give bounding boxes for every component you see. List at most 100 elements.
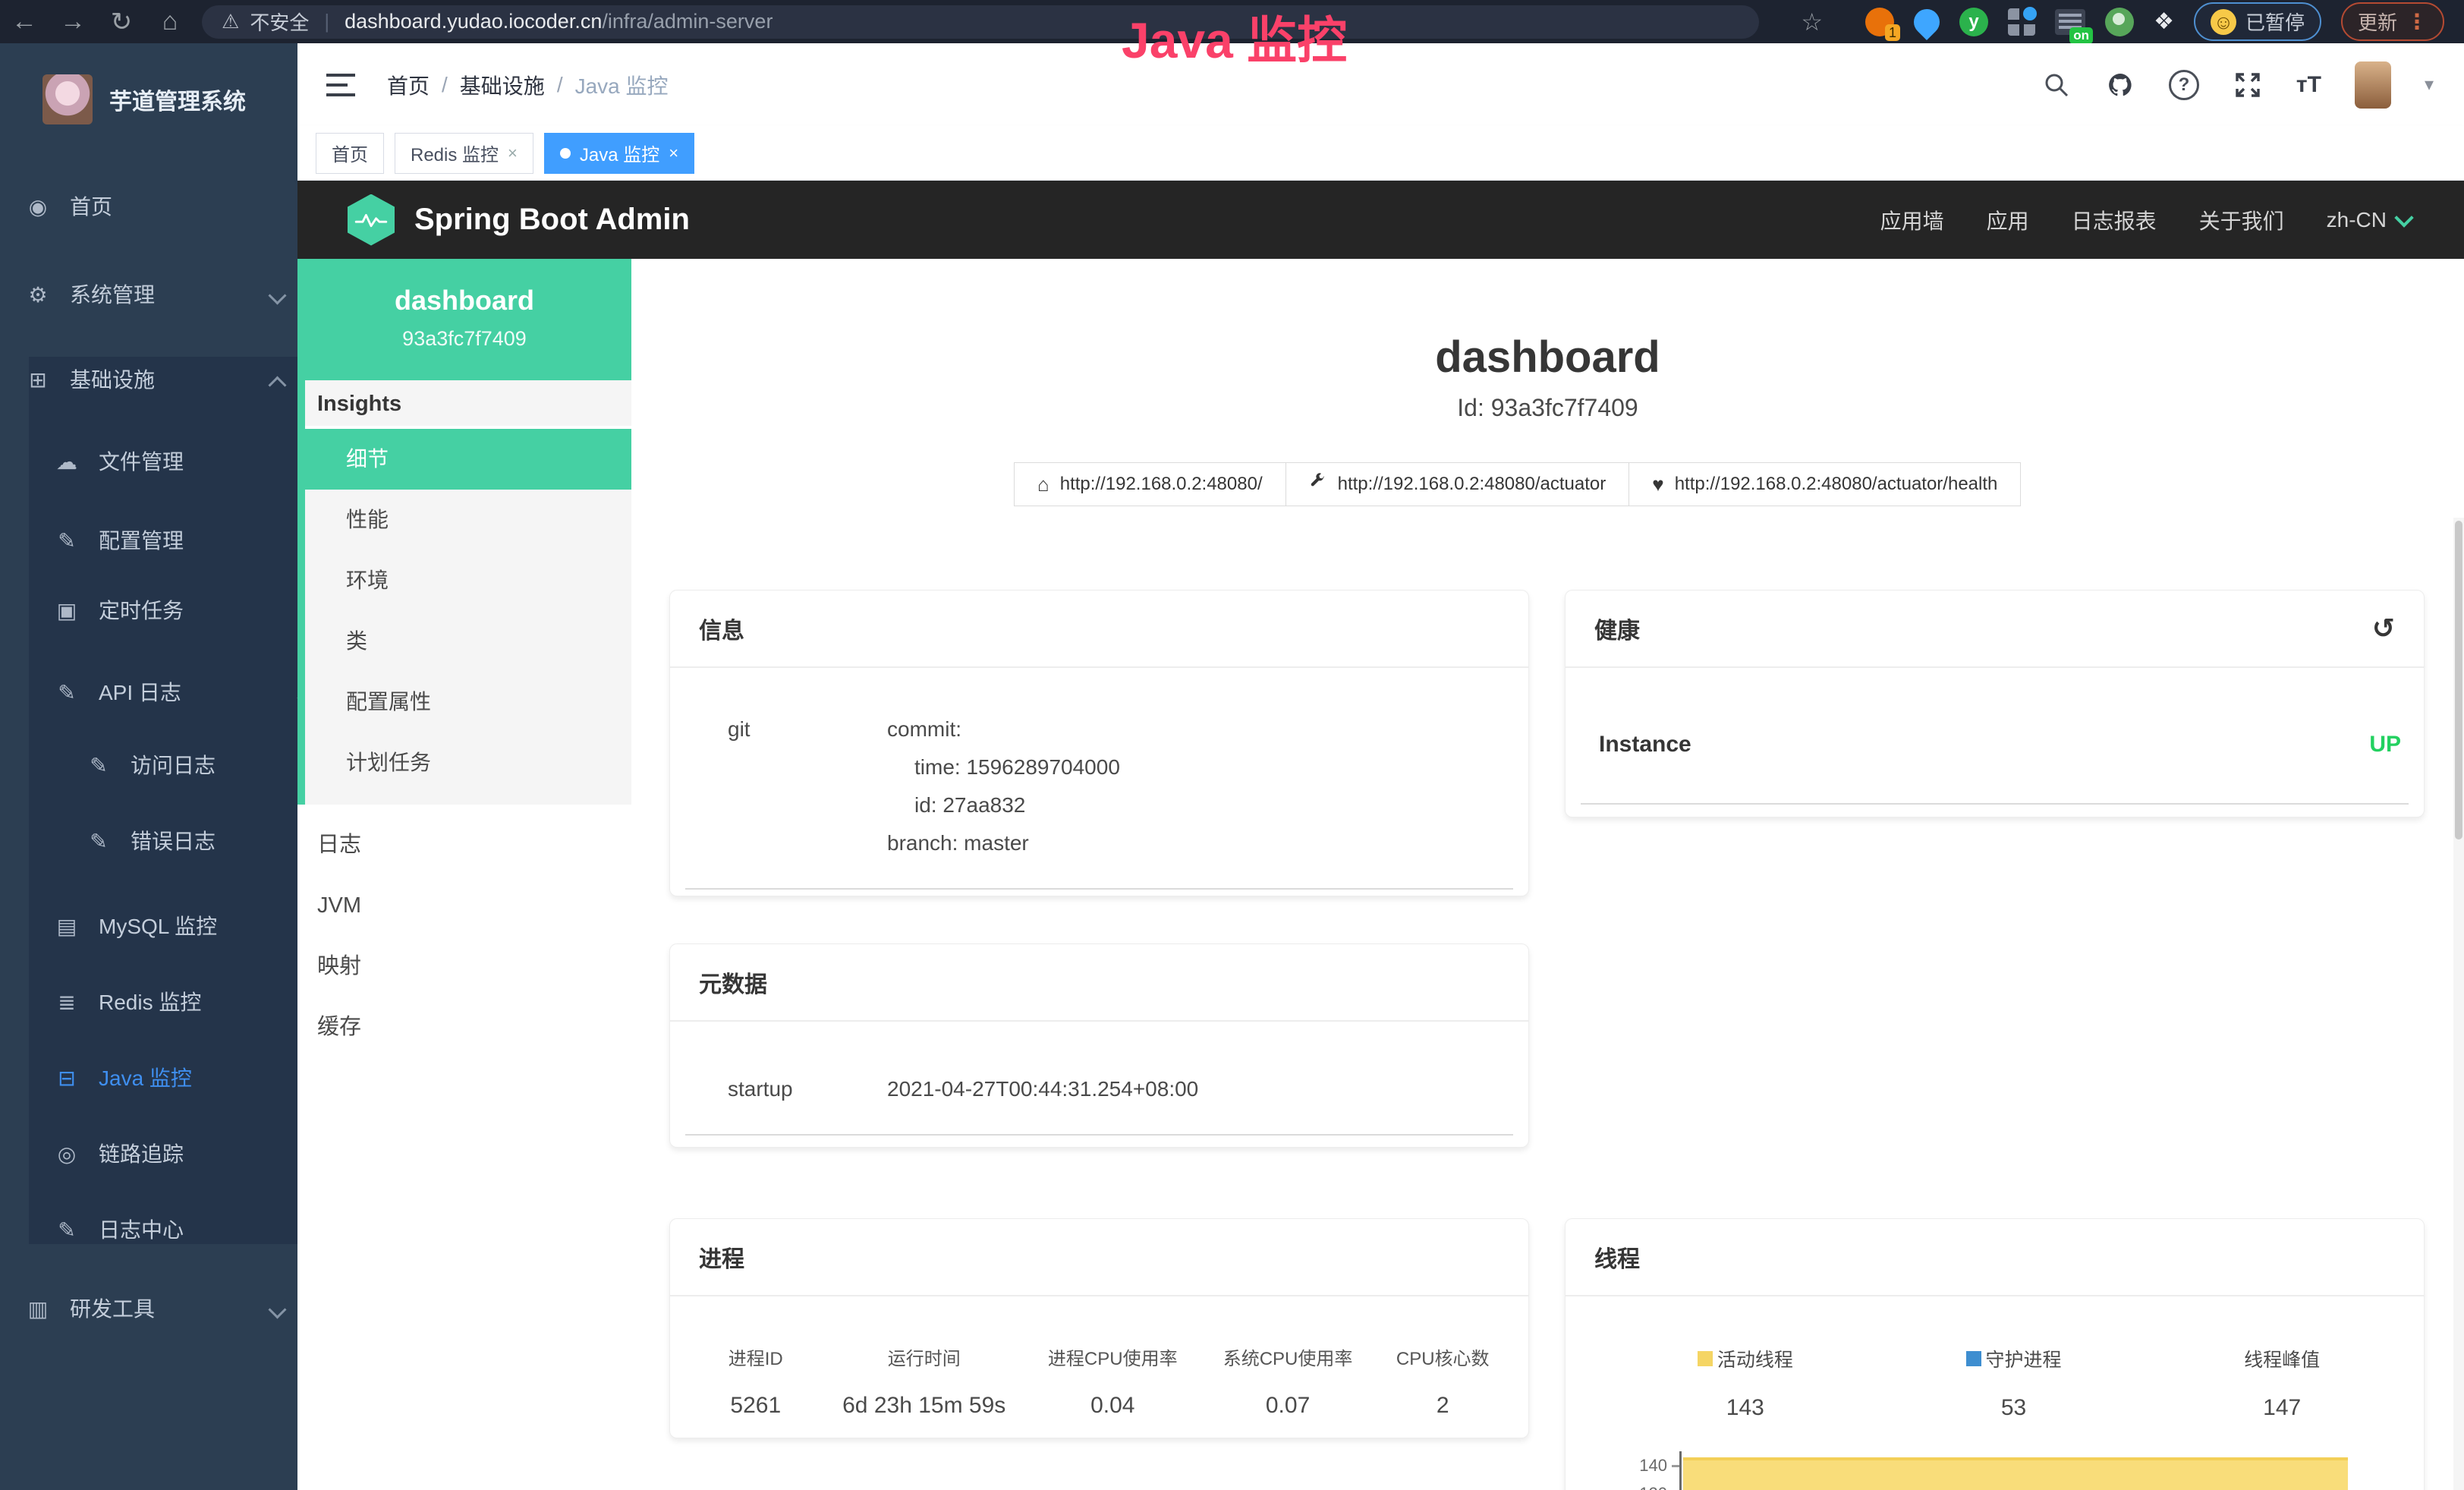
sba-item-classes[interactable]: 类 <box>297 611 631 672</box>
screenshot-root: ← → ↻ ⌂ ⚠ 不安全 | dashboard.yudao.iocoder.… <box>0 0 2464 1490</box>
sidebar-item-redis-monitor[interactable]: ≣Redis 监控 <box>0 975 349 1030</box>
sba-item-jvm[interactable]: JVM <box>297 875 631 936</box>
browser-back-icon[interactable]: ← <box>0 7 49 36</box>
sidebar-item-scheduled-jobs[interactable]: ▣定时任务 <box>0 584 349 638</box>
close-icon[interactable]: × <box>669 143 678 163</box>
browser-update-button[interactable]: 更新 ⋮ <box>2341 2 2444 41</box>
extension-orange-icon[interactable]: 1 <box>1865 8 1894 36</box>
sba-instance-header[interactable]: dashboard 93a3fc7f7409 <box>297 259 631 380</box>
sba-section-insights[interactable]: Insights <box>297 380 631 427</box>
url-host[interactable]: dashboard.yudao.iocoder.cn <box>345 10 602 33</box>
sba-content: dashboard Id: 93a3fc7f7409 ⌂ http://192.… <box>631 259 2464 1490</box>
log-center-icon: ✎ <box>52 1203 82 1258</box>
scrollbar-thumb[interactable] <box>2455 521 2462 840</box>
sidebar-item-system[interactable]: ⚙系统管理 <box>0 268 320 323</box>
sba-item-scheduled-tasks[interactable]: 计划任务 <box>297 732 631 793</box>
spring-boot-admin-logo-icon[interactable] <box>348 194 395 246</box>
fullscreen-icon[interactable] <box>2233 70 2263 100</box>
process-col-cpus: CPU核心数 2 <box>1375 1344 1510 1419</box>
github-icon[interactable] <box>2105 70 2135 100</box>
search-icon[interactable] <box>2041 70 2072 100</box>
content-scrollbar[interactable] <box>2453 518 2464 1490</box>
sba-item-details[interactable]: 细节 <box>297 429 631 490</box>
legend-daemon-threads[interactable]: 守护进程 53 <box>1880 1345 2148 1421</box>
security-label[interactable]: 不安全 <box>250 8 309 36</box>
browser-reload-icon[interactable]: ↻ <box>97 7 146 37</box>
process-card-title: 进程 <box>670 1219 1528 1296</box>
sidebar-item-infra[interactable]: ⊞基础设施 <box>0 353 320 408</box>
tab-java-monitor[interactable]: Java 监控 × <box>544 133 694 174</box>
sba-nav-applications[interactable]: 应用 <box>1987 205 2029 235</box>
history-icon[interactable]: ↺ <box>2372 613 2395 644</box>
insecure-warning-icon: ⚠ <box>222 10 239 33</box>
user-menu-caret-icon[interactable]: ▾ <box>2425 74 2434 96</box>
close-icon[interactable]: × <box>508 143 518 163</box>
browser-menu-icon[interactable]: ⋮ <box>2406 9 2428 34</box>
sba-item-caches[interactable]: 缓存 <box>297 997 631 1057</box>
extension-grid-icon[interactable] <box>2008 8 2035 36</box>
sba-item-config-props[interactable]: 配置属性 <box>297 672 631 732</box>
metadata-row-divider <box>685 1108 1513 1136</box>
sidebar-item-files[interactable]: ☁文件管理 <box>0 435 349 490</box>
url-path[interactable]: /infra/admin-server <box>602 10 773 33</box>
legend-live-threads[interactable]: 活动线程 143 <box>1611 1345 1880 1421</box>
toolbox-icon: ▥ <box>23 1282 53 1337</box>
health-instance-label[interactable]: Instance <box>1599 732 1691 758</box>
metadata-card: 元数据 startup 2021-04-27T00:44:31.254+08:0… <box>669 943 1529 1148</box>
sba-nav-wallboard[interactable]: 应用墙 <box>1880 205 1944 235</box>
help-icon[interactable]: ? <box>2169 70 2199 100</box>
profile-emoji-icon: ☺ <box>2211 9 2236 35</box>
process-table: 进程ID 5261 运行时间 6d 23h 15m 59s 进程CPU使用率 0… <box>670 1296 1528 1419</box>
breadcrumb-infra[interactable]: 基础设施 <box>460 70 545 100</box>
sba-nav-journal[interactable]: 日志报表 <box>2072 205 2157 235</box>
bookmark-star-icon[interactable]: ☆ <box>1801 8 1823 36</box>
log-edit-icon: ✎ <box>52 666 82 720</box>
endpoint-health-link[interactable]: ♥ http://192.168.0.2:48080/actuator/heal… <box>1629 462 2021 506</box>
sba-item-metrics[interactable]: 性能 <box>297 490 631 550</box>
home-icon: ⌂ <box>1037 473 1049 496</box>
extensions-puzzle-icon[interactable]: ❖ <box>2154 8 2174 35</box>
sba-item-logs[interactable]: 日志 <box>297 814 631 875</box>
breadcrumb-home[interactable]: 首页 <box>387 70 430 100</box>
tab-redis-monitor[interactable]: Redis 监控 × <box>395 133 533 174</box>
user-avatar[interactable] <box>2355 61 2391 109</box>
sba-item-environment[interactable]: 环境 <box>297 550 631 611</box>
tab-home[interactable]: 首页 <box>316 133 384 174</box>
extension-person-icon[interactable] <box>2105 8 2134 36</box>
java-monitor-icon: ⊟ <box>52 1051 82 1106</box>
profile-paused-pill[interactable]: ☺ 已暂停 <box>2194 2 2321 41</box>
sidebar-item-dev-tools[interactable]: ▥研发工具 <box>0 1282 320 1337</box>
sba-item-mappings[interactable]: 映射 <box>297 936 631 997</box>
sidebar-item-java-monitor[interactable]: ⊟Java 监控 <box>0 1051 349 1106</box>
endpoint-actuator-link[interactable]: http://192.168.0.2:48080/actuator <box>1285 462 1630 506</box>
sidebar-item-tracing[interactable]: ◎链路追踪 <box>0 1127 349 1182</box>
extension-pin-icon[interactable] <box>1909 3 1945 39</box>
threads-chart-y-axis: 140 120 100 <box>1581 1451 1679 1490</box>
sidebar-item-mysql-monitor[interactable]: ▤MySQL 监控 <box>0 899 349 954</box>
browser-home-icon[interactable]: ⌂ <box>146 7 194 36</box>
endpoint-home-link[interactable]: ⌂ http://192.168.0.2:48080/ <box>1014 462 1286 506</box>
sba-brand-title[interactable]: Spring Boot Admin <box>414 203 690 237</box>
chevron-down-icon <box>268 286 286 304</box>
extension-y-icon[interactable]: y <box>1959 8 1988 36</box>
sba-language-select[interactable]: zh-CN <box>2327 208 2411 232</box>
sidebar-item-config[interactable]: ✎配置管理 <box>0 514 349 569</box>
browser-forward-icon[interactable]: → <box>49 7 97 36</box>
sidebar-item-home[interactable]: ◉首页 <box>0 180 320 235</box>
sba-nav-about[interactable]: 关于我们 <box>2199 205 2284 235</box>
address-bar[interactable]: ⚠ 不安全 | dashboard.yudao.iocoder.cn/infra… <box>202 5 1759 39</box>
info-card: 信息 git commit: time: 1596289704000 id: 2… <box>669 590 1529 896</box>
legend-peak-threads: 线程峰值 147 <box>2148 1345 2416 1421</box>
chevron-down-icon <box>268 1300 286 1318</box>
app-title: 芋道管理系统 <box>109 83 246 116</box>
update-label: 更新 <box>2358 8 2397 36</box>
app-logo-row[interactable]: 芋道管理系统 <box>0 54 297 145</box>
sidebar-item-api-logs[interactable]: ✎API 日志 <box>0 666 349 720</box>
extension-list-icon[interactable]: on <box>2055 9 2085 35</box>
sidebar-fold-icon[interactable] <box>326 74 355 96</box>
instance-title: dashboard <box>631 332 2464 383</box>
health-row-divider <box>1581 777 2409 805</box>
sidebar-item-log-center[interactable]: ✎日志中心 <box>0 1203 349 1258</box>
font-size-icon[interactable]: тT <box>2296 72 2321 98</box>
dashboard-icon: ◉ <box>23 180 53 235</box>
